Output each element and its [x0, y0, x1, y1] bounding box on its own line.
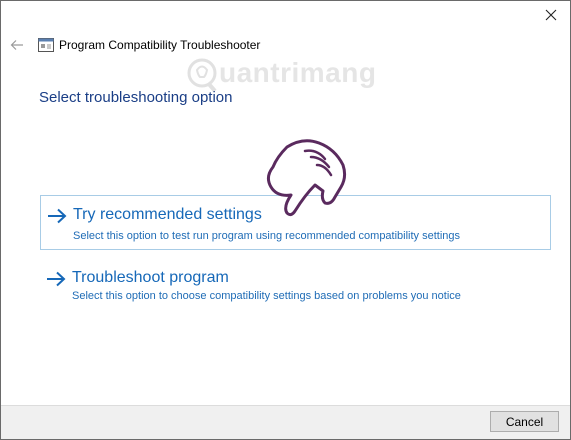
close-button[interactable] — [538, 4, 564, 26]
pointing-hand-icon — [265, 137, 355, 219]
option-description: Select this option to test run program u… — [73, 230, 461, 242]
option-troubleshoot-program[interactable]: Troubleshoot program Select this option … — [40, 263, 551, 311]
back-arrow-icon — [10, 40, 23, 50]
window-title: Program Compatibility Troubleshooter — [59, 38, 261, 52]
arrow-right-icon — [48, 208, 67, 224]
back-button[interactable] — [9, 37, 25, 53]
close-icon — [545, 9, 557, 21]
arrow-right-icon — [47, 271, 66, 287]
footer-bar: Cancel — [1, 405, 570, 439]
watermark-text: uantrimang — [219, 57, 377, 88]
cancel-button[interactable]: Cancel — [490, 411, 559, 432]
option-description: Select this option to choose compatibili… — [72, 290, 461, 302]
page-title: Select troubleshooting option — [39, 89, 233, 106]
option-title: Try recommended settings — [73, 206, 262, 223]
option-title: Troubleshoot program — [72, 269, 229, 286]
program-window-icon — [38, 38, 54, 52]
troubleshooter-window: Program Compatibility Troubleshooter uan… — [0, 0, 571, 440]
